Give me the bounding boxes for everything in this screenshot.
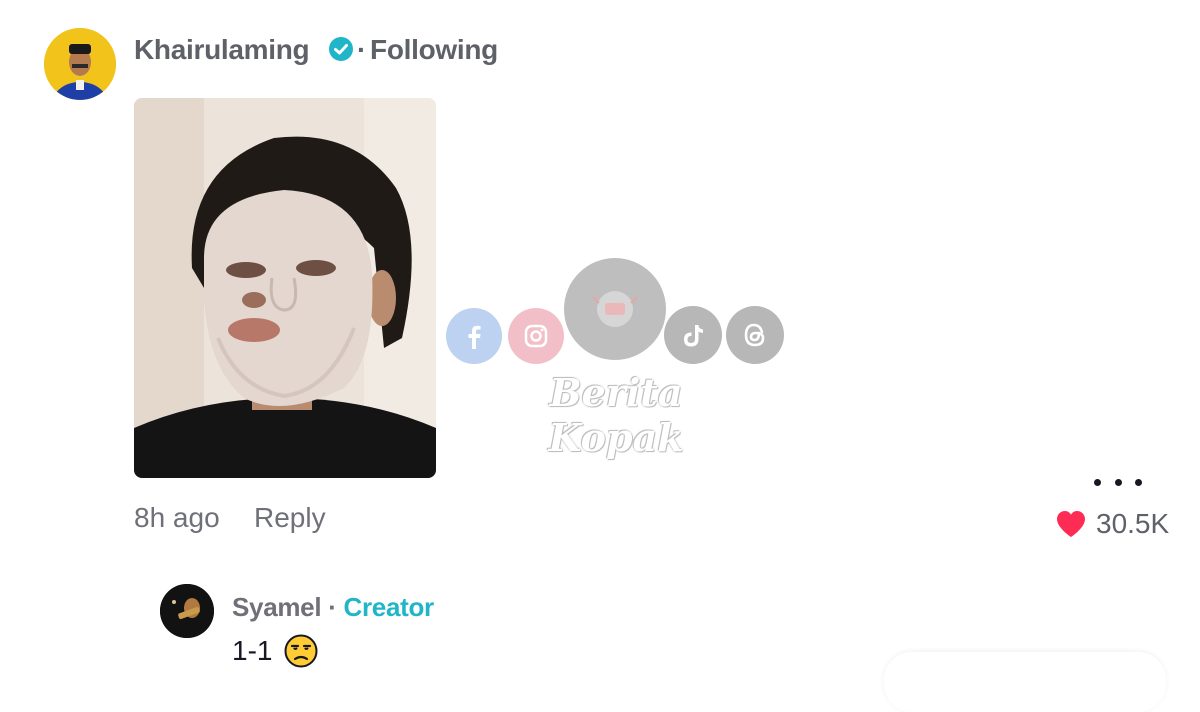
logo-icon: [564, 258, 666, 360]
like-count: 30.5K: [1096, 508, 1170, 539]
unamused-face-icon: [284, 634, 318, 668]
commenter-avatar[interactable]: [44, 28, 116, 100]
reply-username-line[interactable]: Syamel · Creator: [232, 592, 434, 623]
reply-message: 1-1: [232, 635, 273, 666]
reply-button[interactable]: Reply: [254, 502, 326, 534]
tiktok-icon: [664, 306, 722, 364]
separator-dot: ·: [357, 34, 367, 65]
following-label: Following: [370, 34, 498, 65]
separator-dot: ·: [321, 592, 344, 622]
reply-avatar[interactable]: [160, 584, 214, 638]
more-options-icon[interactable]: [1094, 470, 1142, 494]
heart-icon: [1057, 511, 1085, 537]
comment-image[interactable]: [134, 98, 436, 478]
facebook-icon: [446, 308, 502, 364]
threads-icon: [726, 306, 784, 364]
reply-text: 1-1: [232, 634, 318, 668]
comment-timestamp: 8h ago: [134, 502, 220, 533]
commenter-username[interactable]: Khairulaming: [134, 34, 310, 66]
more-dot: [1094, 478, 1101, 486]
watermark-text: Berita Kopak: [548, 370, 684, 460]
reply-username: Syamel: [232, 592, 322, 622]
creator-badge: Creator: [343, 592, 434, 622]
bottom-card: [884, 652, 1166, 712]
instagram-icon: [508, 308, 564, 364]
like-button[interactable]: 30.5K: [1056, 506, 1169, 542]
follow-status[interactable]: · Following: [357, 34, 498, 66]
verified-badge-icon: [329, 37, 353, 61]
more-dot: [1114, 478, 1122, 486]
watermark: Berita Kopak: [446, 258, 786, 460]
more-dot: [1135, 478, 1142, 486]
